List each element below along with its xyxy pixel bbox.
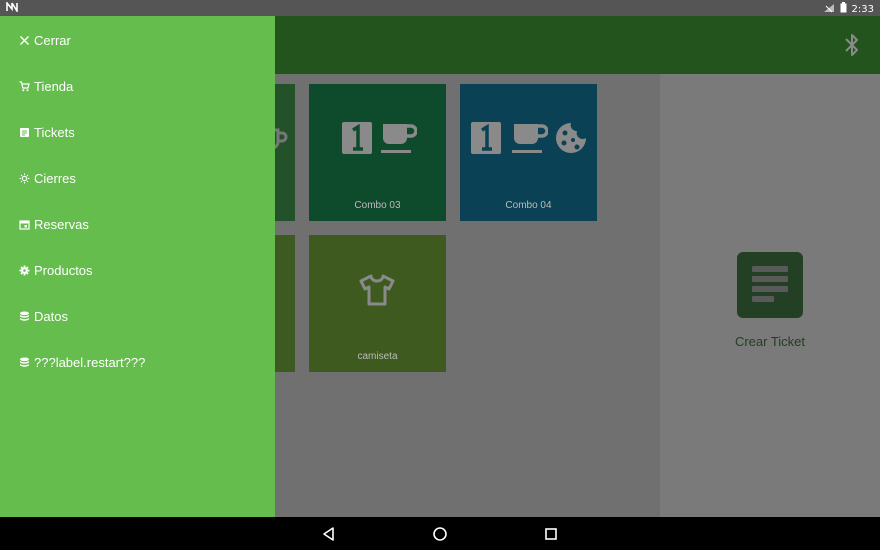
status-bar: 2:33 <box>0 0 880 16</box>
menu-item-label: ???label.restart??? <box>34 354 146 370</box>
menu-item-datos[interactable]: Datos <box>18 306 68 326</box>
status-icons: 2:33 <box>823 2 874 16</box>
crear-ticket-button[interactable] <box>737 252 803 318</box>
menu-item-label: Cierres <box>34 170 76 186</box>
database-icon <box>18 310 30 322</box>
no-signal-icon <box>823 3 835 16</box>
product-tile-camiseta[interactable]: camiseta <box>309 235 446 372</box>
product-label: camiseta <box>357 351 398 362</box>
calendar-icon <box>18 218 30 230</box>
number-one-icon <box>471 122 501 154</box>
database-icon <box>18 356 30 368</box>
menu-item-reservas[interactable]: Reservas <box>18 214 89 234</box>
menu-item-cerrar[interactable]: Cerrar <box>18 30 71 50</box>
navigation-drawer: Cerrar Tienda Tickets Cierres Reservas P… <box>0 16 275 517</box>
menu-item-label: Tickets <box>34 124 75 140</box>
menu-item-restart[interactable]: ???label.restart??? <box>18 352 145 372</box>
coffee-cup-icon <box>381 124 417 153</box>
menu-item-label: Datos <box>34 308 68 324</box>
system-nav-bar <box>0 517 880 550</box>
bluetooth-icon[interactable] <box>844 32 860 58</box>
battery-icon <box>840 2 847 16</box>
crear-ticket-label[interactable]: Crear Ticket <box>710 334 830 349</box>
cookie-icon <box>556 123 586 153</box>
tshirt-icon <box>359 274 395 306</box>
clock: 2:33 <box>851 3 874 15</box>
notification-n-icon <box>6 0 18 15</box>
product-label: Combo 04 <box>505 200 552 211</box>
product-label: Combo 03 <box>354 200 401 211</box>
menu-item-label: Cerrar <box>34 32 71 48</box>
recents-icon[interactable] <box>542 525 560 543</box>
sun-icon <box>18 172 30 184</box>
close-icon <box>18 34 30 46</box>
product-tile-combo-03[interactable]: Combo 03 <box>309 84 446 221</box>
menu-item-label: Reservas <box>34 216 89 232</box>
menu-item-tienda[interactable]: Tienda <box>18 76 73 96</box>
cart-icon <box>18 80 30 92</box>
screen: 2:33 Combo 03 Combo 04 camiseta Crear Ti… <box>0 0 880 550</box>
gear-icon <box>18 264 30 276</box>
back-icon[interactable] <box>320 525 338 543</box>
menu-item-label: Productos <box>34 262 93 278</box>
coffee-cup-icon <box>512 124 548 153</box>
menu-item-productos[interactable]: Productos <box>18 260 93 280</box>
home-icon[interactable] <box>431 525 449 543</box>
menu-item-label: Tienda <box>34 78 74 94</box>
menu-item-cierres[interactable]: Cierres <box>18 168 76 188</box>
menu-item-tickets[interactable]: Tickets <box>18 122 75 142</box>
number-one-icon <box>342 122 372 154</box>
ticket-icon <box>18 126 30 138</box>
product-tile-combo-04[interactable]: Combo 04 <box>460 84 597 221</box>
